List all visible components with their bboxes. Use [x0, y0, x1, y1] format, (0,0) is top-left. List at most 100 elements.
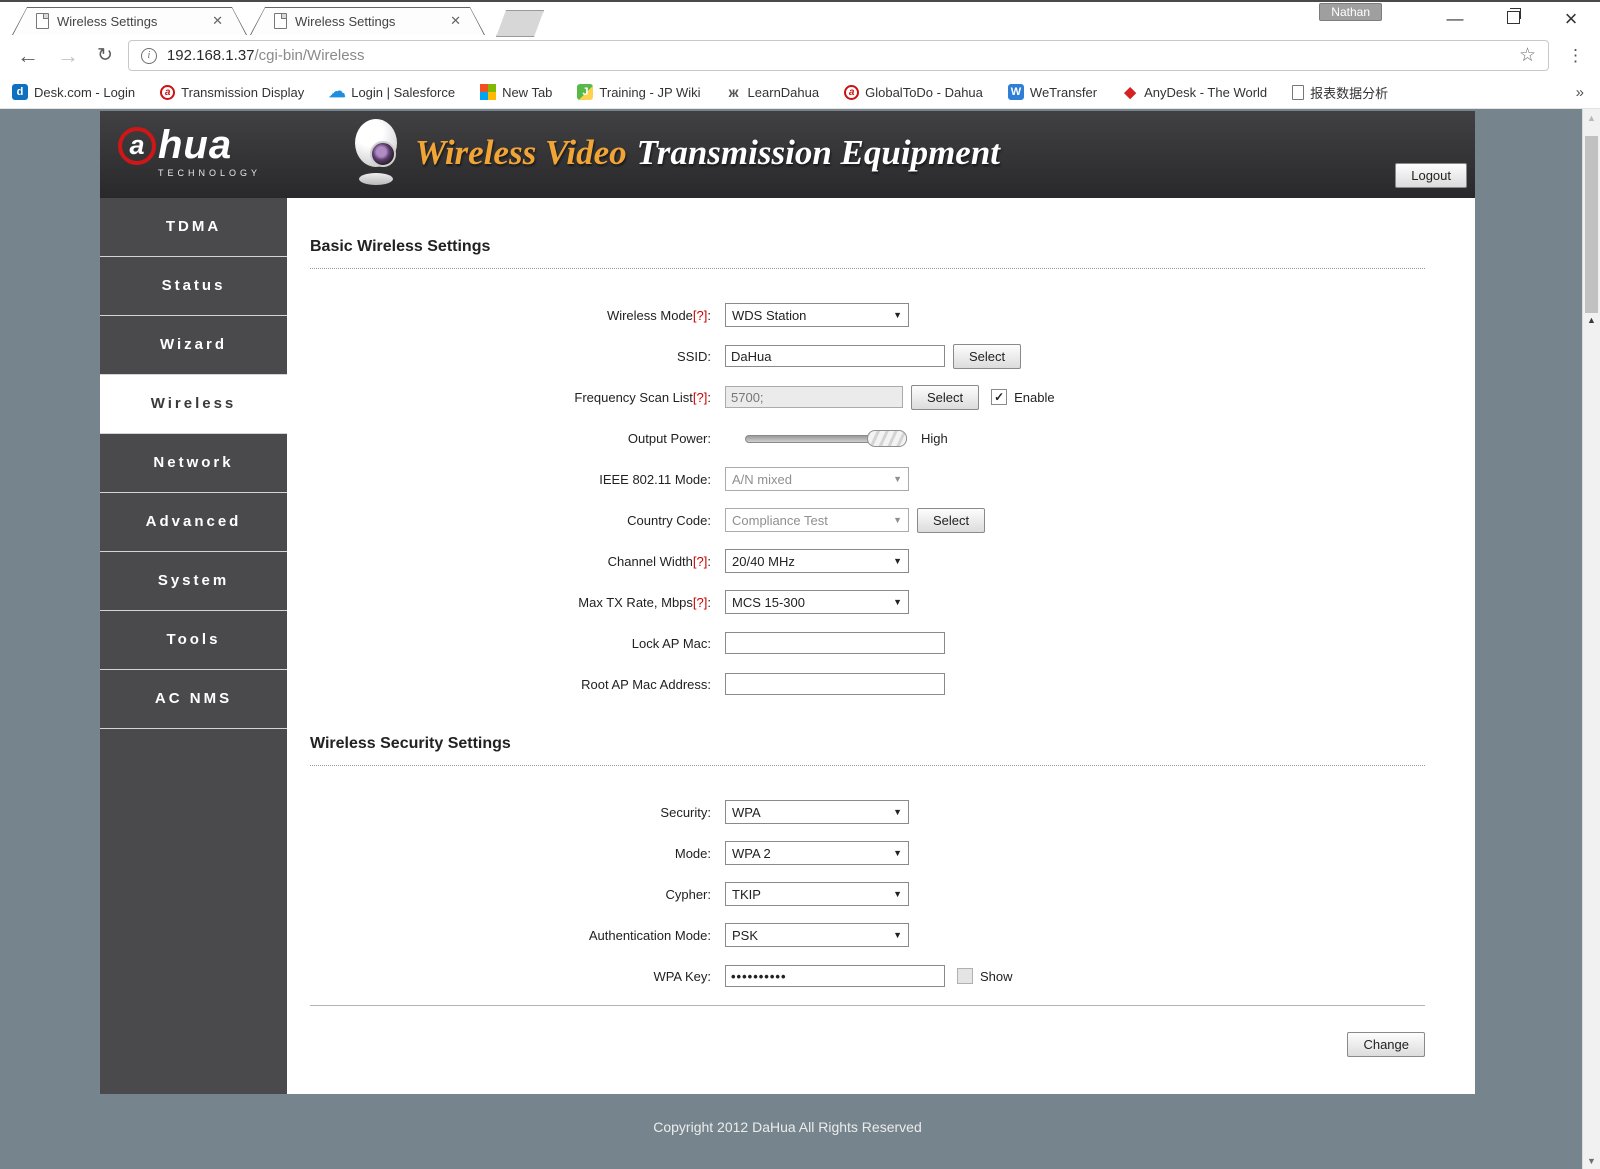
- wireless-mode-value: WDS Station: [732, 307, 807, 323]
- bookmark-item[interactable]: a Transmission Display: [160, 84, 304, 100]
- tab-close-icon[interactable]: ✕: [212, 13, 223, 29]
- sidebar-item-wireless[interactable]: Wireless: [100, 375, 287, 434]
- bookmark-favicon: ☁: [328, 82, 346, 101]
- page-favicon: [274, 13, 287, 29]
- bookmark-label: WeTransfer: [1029, 84, 1098, 100]
- row-max-tx-rate: Max TX Rate, Mbps[?]: MCS 15-300 ▼: [287, 590, 1475, 614]
- page-viewport: a hua TECHNOLOGY Wireless Video Transmiss…: [0, 109, 1600, 1169]
- site-title-accent: Wireless Video: [415, 133, 627, 172]
- bookmark-favicon: J: [577, 84, 594, 100]
- sidebar-item-status[interactable]: Status: [100, 257, 287, 316]
- logout-button[interactable]: Logout: [1395, 163, 1467, 188]
- auth-mode-label: Authentication Mode:: [588, 927, 711, 943]
- bookmark-item[interactable]: ж LearnDahua: [726, 84, 820, 100]
- tab-title: Wireless Settings: [295, 13, 396, 29]
- country-code-select-button[interactable]: Select: [917, 507, 986, 533]
- scroll-up-icon[interactable]: ▲: [1583, 113, 1600, 123]
- site-title: Wireless Video Transmission Equipment: [415, 133, 1000, 173]
- help-icon[interactable]: [?]: [693, 554, 707, 569]
- max-tx-rate-select[interactable]: MCS 15-300 ▼: [725, 590, 909, 614]
- browser-menu-icon[interactable]: ⋮: [1567, 46, 1584, 66]
- sidebar-item-system[interactable]: System: [100, 552, 287, 611]
- url-host: 192.168.1.37: [166, 47, 255, 64]
- scrollbar-thumb[interactable]: [1585, 136, 1598, 313]
- channel-width-select[interactable]: 20/40 MHz ▼: [725, 549, 909, 573]
- browser-tab-2[interactable]: Wireless Settings ✕: [250, 7, 485, 35]
- bookmark-item[interactable]: ☁ Login | Salesforce: [328, 82, 456, 101]
- bookmark-item[interactable]: a GlobalToDo - Dahua: [844, 84, 983, 100]
- bookmark-label: New Tab: [502, 84, 553, 100]
- sidebar-item-ac-nms[interactable]: AC NMS: [100, 670, 287, 729]
- browser-toolbar: ← → ↻ i 192.168.1.37/cgi-bin/Wireless ☆ …: [0, 35, 1600, 76]
- slider-handle[interactable]: [867, 430, 907, 447]
- sidebar-item-network[interactable]: Network: [100, 434, 287, 493]
- minimize-icon[interactable]: —: [1426, 9, 1484, 29]
- bookmark-item[interactable]: 报表数据分析: [1292, 83, 1388, 102]
- auth-mode-select[interactable]: PSK ▼: [725, 923, 909, 947]
- security-select[interactable]: WPA ▼: [725, 800, 909, 824]
- bookmark-item[interactable]: J Training - JP Wiki: [577, 84, 701, 100]
- browser-profile-badge[interactable]: Nathan: [1319, 3, 1382, 21]
- browser-tab-1[interactable]: Wireless Settings ✕: [12, 7, 247, 35]
- info-icon[interactable]: i: [140, 47, 157, 64]
- bookmark-item[interactable]: New Tab: [480, 84, 552, 100]
- forward-icon[interactable]: →: [57, 44, 79, 67]
- ssid-label: SSID:: [677, 348, 711, 364]
- output-power-label: Output Power:: [627, 430, 711, 446]
- restore-icon[interactable]: [1484, 7, 1542, 29]
- channel-width-label: Channel Width[?]:: [607, 553, 711, 569]
- sidebar-item-tdma[interactable]: TDMA: [100, 198, 287, 257]
- ssid-input[interactable]: [725, 345, 945, 367]
- close-icon[interactable]: ×: [1542, 6, 1600, 32]
- back-icon[interactable]: ←: [17, 44, 39, 67]
- mode-select[interactable]: WPA 2 ▼: [725, 841, 909, 865]
- enable-checkbox[interactable]: ✓: [991, 389, 1008, 405]
- bookmark-favicon: a: [844, 84, 860, 100]
- new-tab-button[interactable]: [496, 10, 544, 37]
- chevron-down-icon: ▼: [893, 930, 902, 940]
- wireless-mode-select[interactable]: WDS Station ▼: [725, 303, 909, 327]
- reload-icon[interactable]: ↻: [97, 46, 113, 65]
- change-button[interactable]: Change: [1347, 1032, 1425, 1057]
- bookmark-label: Login | Salesforce: [351, 84, 456, 100]
- frequency-scan-input[interactable]: [725, 386, 903, 408]
- bookmark-item[interactable]: ◆ AnyDesk - The World: [1122, 84, 1267, 101]
- row-wpa-key: WPA Key: Show: [287, 964, 1475, 988]
- chevron-down-icon: ▼: [893, 310, 902, 320]
- scroll-marker-icon: ▲: [1587, 315, 1596, 325]
- root-ap-mac-input[interactable]: [725, 673, 945, 695]
- url-path: /cgi-bin/Wireless: [254, 47, 365, 64]
- lock-ap-mac-input[interactable]: [725, 632, 945, 654]
- security-value: WPA: [732, 804, 761, 820]
- country-code-value: Compliance Test: [732, 512, 828, 528]
- row-lock-ap-mac: Lock AP Mac:: [287, 631, 1475, 655]
- bookmark-favicon: [1292, 84, 1305, 100]
- help-icon[interactable]: [?]: [693, 390, 707, 405]
- bookmark-item[interactable]: W WeTransfer: [1007, 84, 1098, 100]
- sidebar-item-wizard[interactable]: Wizard: [100, 316, 287, 375]
- cypher-select[interactable]: TKIP ▼: [725, 882, 909, 906]
- tab-close-icon[interactable]: ✕: [450, 13, 461, 29]
- help-icon[interactable]: [?]: [693, 308, 707, 323]
- show-key-checkbox[interactable]: [957, 968, 973, 984]
- scroll-down-icon[interactable]: ▼: [1583, 1156, 1600, 1166]
- bookmark-favicon: ж: [728, 84, 739, 100]
- sidebar-item-advanced[interactable]: Advanced: [100, 493, 287, 552]
- frequency-scan-select-button[interactable]: Select: [911, 384, 980, 410]
- wpa-key-input[interactable]: [725, 965, 945, 987]
- bookmark-star-icon[interactable]: ☆: [1519, 44, 1536, 67]
- url-text: 192.168.1.37/cgi-bin/Wireless: [167, 47, 365, 64]
- page-scrollbar[interactable]: ▲ ▲ ▼: [1582, 109, 1600, 1169]
- output-power-value: High: [921, 430, 948, 446]
- help-icon[interactable]: [?]: [693, 595, 707, 610]
- chevron-down-icon: ▼: [893, 889, 902, 899]
- sidebar-item-tools[interactable]: Tools: [100, 611, 287, 670]
- show-key-checkbox-label: Show: [980, 968, 1013, 984]
- address-bar[interactable]: i 192.168.1.37/cgi-bin/Wireless ☆: [127, 40, 1549, 71]
- country-code-select: Compliance Test ▼: [725, 508, 909, 532]
- ssid-select-button[interactable]: Select: [953, 343, 1022, 369]
- enable-checkbox-label: Enable: [1014, 389, 1055, 405]
- bookmark-favicon: d: [12, 84, 28, 100]
- bookmark-item[interactable]: d Desk.com - Login: [12, 84, 135, 100]
- bookmarks-overflow-icon[interactable]: »: [1576, 84, 1584, 101]
